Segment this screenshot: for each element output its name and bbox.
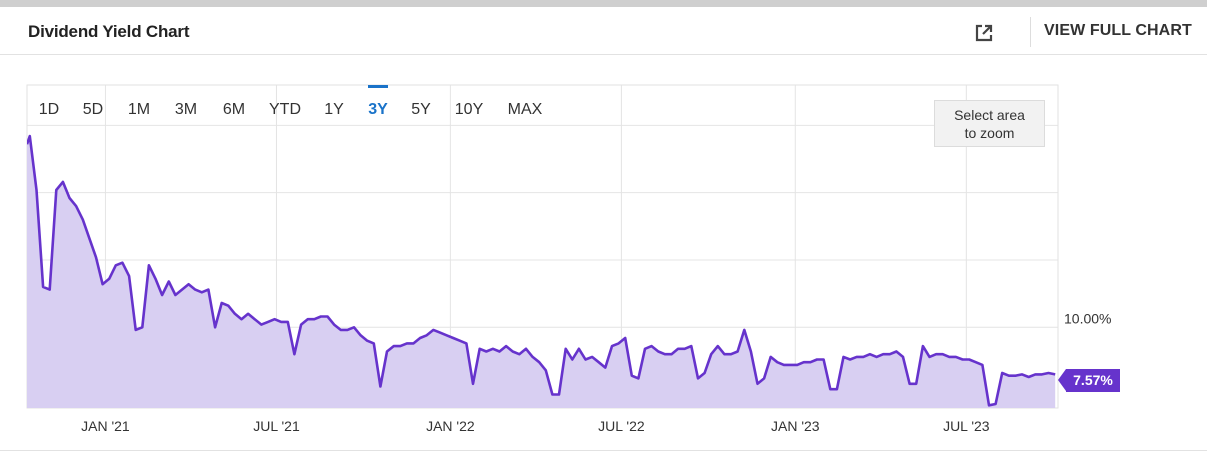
range-button-label[interactable]: 3M [175, 101, 197, 118]
range-button-5d[interactable]: 5D [83, 101, 103, 118]
range-button-label[interactable]: 1Y [324, 101, 344, 118]
range-button-label[interactable]: 3Y [368, 101, 388, 118]
range-button-3m[interactable]: 3M [175, 101, 197, 118]
top-accent-bar [0, 0, 1207, 7]
range-button-max[interactable]: MAX [508, 101, 543, 118]
range-button-10y[interactable]: 10Y [455, 101, 484, 118]
x-tick-label: JUL '22 [598, 418, 645, 434]
x-tick-label: JAN '22 [426, 418, 475, 434]
range-button-label[interactable]: 5D [83, 101, 103, 118]
range-button-label[interactable]: 1M [128, 101, 150, 118]
x-axis-ticks: JAN '21 JUL '21 JAN '22 JUL '22 JAN '23 JUL '… [81, 418, 990, 434]
chart-title: Dividend Yield Chart [28, 22, 190, 41]
y-tick-label: 10.00% [1064, 310, 1111, 326]
range-button-1d[interactable]: 1D [39, 101, 59, 118]
y-axis-ticks: 10.00% [1064, 310, 1111, 326]
active-range-indicator [368, 85, 388, 88]
range-button-3y[interactable]: 3Y [368, 85, 388, 118]
external-link-icon[interactable] [972, 21, 996, 45]
range-button-ytd[interactable]: YTD [269, 101, 301, 118]
x-tick-label: JUL '21 [253, 418, 300, 434]
last-value-badge: 7.57% [1066, 369, 1120, 392]
last-value-badge-pointer [1058, 369, 1066, 391]
select-area-zoom-hint: Select area to zoom [934, 100, 1045, 147]
range-button-label[interactable]: 1D [39, 101, 59, 118]
x-tick-label: JUL '23 [943, 418, 990, 434]
yield-area-fill [27, 136, 1056, 408]
chart-header: Dividend Yield Chart VIEW FULL CHART [0, 7, 1207, 55]
range-button-label[interactable]: 5Y [411, 101, 431, 118]
zoom-hint-line2: to zoom [964, 125, 1015, 141]
range-button-1m[interactable]: 1M [128, 101, 150, 118]
range-button-label[interactable]: MAX [508, 101, 543, 118]
range-button-label[interactable]: 10Y [455, 101, 484, 118]
x-tick-label: JAN '21 [81, 418, 130, 434]
range-selector[interactable]: 1D 5D 1M 3M 6M YTD 1Y 3Y 5Y 10Y MAX [39, 85, 543, 118]
external-link-icon-glyph [975, 24, 993, 42]
zoom-hint-line1: Select area [954, 107, 1025, 123]
header-divider [1030, 17, 1031, 47]
range-button-5y[interactable]: 5Y [411, 101, 431, 118]
view-full-chart-link[interactable]: VIEW FULL CHART [1044, 22, 1192, 40]
range-button-1y[interactable]: 1Y [324, 101, 344, 118]
range-button-label[interactable]: YTD [269, 101, 301, 118]
range-button-6m[interactable]: 6M [223, 101, 245, 118]
x-tick-label: JAN '23 [771, 418, 820, 434]
range-button-label[interactable]: 6M [223, 101, 245, 118]
